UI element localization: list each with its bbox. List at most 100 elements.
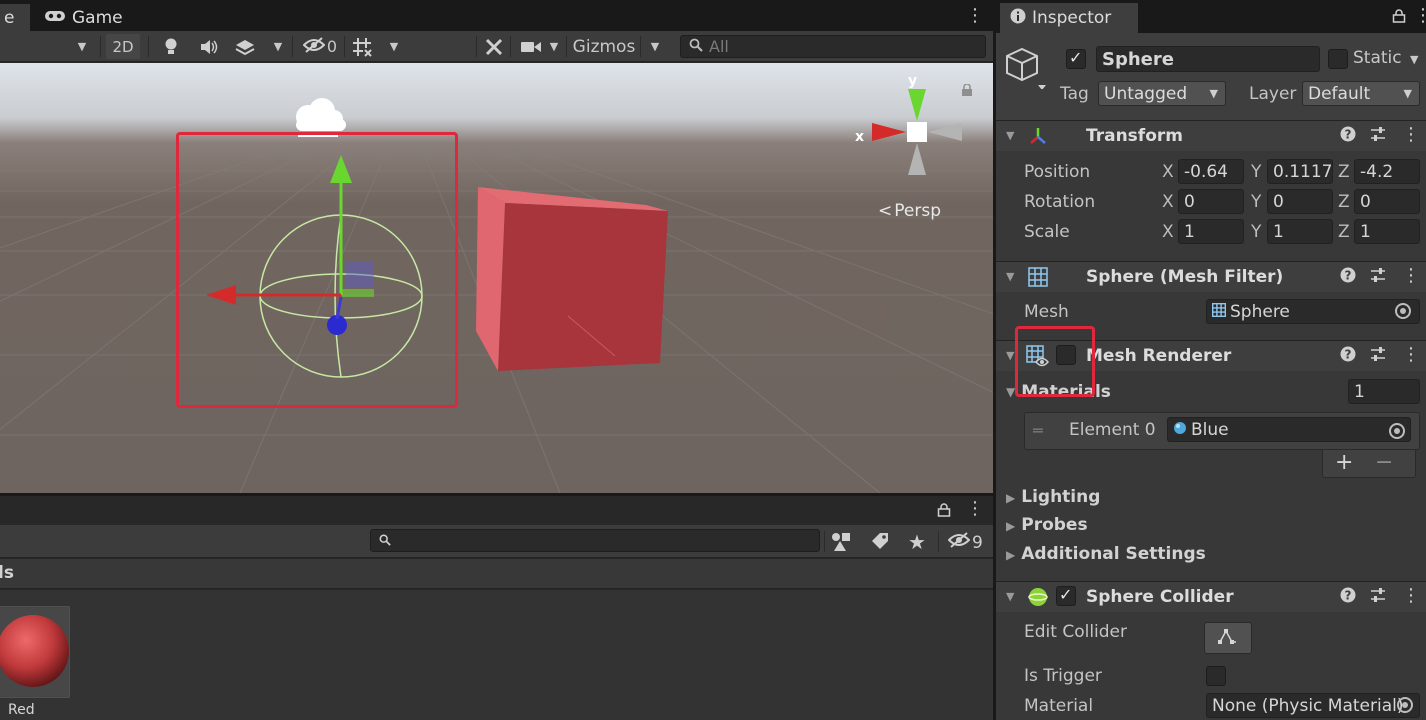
object-picker-icon[interactable] — [1397, 697, 1413, 713]
axis-y-label[interactable]: Y — [1251, 192, 1261, 212]
additional-settings-foldout[interactable]: ▶ Additional Settings — [1006, 544, 1206, 564]
sphere-collider-enabled-checkbox[interactable] — [1056, 585, 1076, 606]
object-picker-icon[interactable] — [1395, 303, 1411, 319]
scene-viewport[interactable]: y x < Persp — [0, 63, 993, 493]
element-material-field[interactable]: Blue — [1167, 417, 1411, 442]
static-dropdown-caret-icon[interactable]: ▼ — [1410, 53, 1418, 66]
effects-toggle-icon[interactable] — [230, 34, 260, 59]
foldout-arrow-icon[interactable]: ▼ — [1006, 590, 1014, 603]
presets-icon[interactable] — [1370, 587, 1386, 608]
axis-y-label[interactable]: Y — [1251, 222, 1261, 242]
drag-handle-icon[interactable]: ═ — [1033, 421, 1043, 440]
asset-tile-red[interactable] — [0, 606, 70, 698]
kebab-menu-icon[interactable]: ⋮ — [1414, 5, 1426, 26]
shading-dropdown-caret-icon[interactable]: ▼ — [70, 34, 94, 59]
transform-header[interactable]: ▼ Transform ? ⋮ — [996, 120, 1426, 151]
layer-dropdown[interactable]: Default ▼ — [1302, 81, 1420, 106]
grid-dropdown-caret-icon[interactable]: ▼ — [382, 34, 406, 59]
position-x-field[interactable]: -0.64 — [1178, 159, 1244, 184]
position-z-field[interactable]: -4.2 — [1354, 159, 1420, 184]
star-icon[interactable]: ★ — [908, 530, 926, 554]
rotation-x-field[interactable]: 0 — [1178, 189, 1244, 214]
foldout-arrow-icon[interactable]: ▼ — [1006, 270, 1014, 283]
project-hidden-count: 9 — [972, 532, 983, 553]
sphere-collider-header[interactable]: ▼ Sphere Collider ? ⋮ — [996, 581, 1426, 612]
add-element-button[interactable]: + — [1335, 450, 1353, 475]
effects-dropdown-caret-icon[interactable]: ▼ — [266, 34, 290, 59]
camera-icon[interactable] — [516, 34, 546, 59]
lock-icon[interactable] — [1392, 8, 1406, 23]
help-icon[interactable]: ? — [1340, 126, 1356, 147]
probes-foldout[interactable]: ▶ Probes — [1006, 515, 1088, 535]
gizmos-dropdown-caret-icon[interactable]: ▼ — [644, 34, 666, 59]
help-icon[interactable]: ? — [1340, 346, 1356, 367]
scene-visibility-toggle[interactable]: 0 — [298, 34, 342, 59]
active-checkbox[interactable] — [1066, 48, 1086, 69]
camera-dropdown-caret-icon[interactable]: ▼ — [544, 34, 564, 59]
presets-icon[interactable] — [1370, 346, 1386, 367]
rotation-y-field[interactable]: 0 — [1267, 189, 1333, 214]
separator — [344, 36, 345, 57]
cube-object[interactable] — [470, 181, 675, 373]
lighting-toggle-icon[interactable] — [156, 34, 186, 59]
filter-by-type-icon[interactable] — [830, 531, 852, 558]
foldout-arrow-icon: ▶ — [1006, 548, 1016, 562]
mode-2d-toggle[interactable]: 2D — [106, 34, 140, 59]
scale-y-field[interactable]: 1 — [1267, 219, 1333, 244]
axis-x-label[interactable]: X — [1162, 162, 1174, 182]
foldout-arrow-icon[interactable]: ▼ — [1006, 129, 1014, 142]
tab-scene[interactable]: e — [0, 4, 30, 31]
rotation-z-field[interactable]: 0 — [1354, 189, 1420, 214]
mesh-object-field[interactable]: Sphere — [1206, 299, 1420, 324]
perspective-toggle[interactable]: < Persp — [878, 201, 941, 221]
kebab-menu-icon[interactable]: ⋮ — [1402, 585, 1420, 606]
tag-dropdown[interactable]: Untagged ▼ — [1098, 81, 1226, 106]
tab-inspector[interactable]: Inspector — [1000, 3, 1138, 33]
edit-collider-button[interactable] — [1204, 622, 1252, 654]
grid-toggle-icon[interactable] — [348, 34, 376, 59]
presets-icon[interactable] — [1370, 267, 1386, 288]
axis-y-label[interactable]: Y — [1251, 162, 1261, 182]
tools-icon[interactable] — [480, 34, 508, 59]
tab-game[interactable]: Game — [34, 4, 133, 31]
object-picker-icon[interactable] — [1389, 423, 1405, 439]
tag-icon[interactable] — [870, 531, 890, 556]
breadcrumb-label[interactable]: ls — [0, 563, 14, 583]
kebab-menu-icon[interactable]: ⋮ — [1402, 265, 1420, 286]
object-name-input[interactable]: Sphere — [1096, 46, 1320, 72]
scale-x-field[interactable]: 1 — [1178, 219, 1244, 244]
additional-settings-label: Additional Settings — [1021, 544, 1206, 564]
axis-x-label[interactable]: X — [1162, 192, 1174, 212]
remove-element-button[interactable]: − — [1375, 450, 1393, 475]
highlight-box-sphere — [176, 132, 458, 408]
help-icon[interactable]: ? — [1340, 587, 1356, 608]
axis-z-label[interactable]: Z — [1338, 192, 1350, 212]
lighting-foldout[interactable]: ▶ Lighting — [1006, 487, 1100, 507]
project-visibility-toggle[interactable]: 9 — [947, 532, 983, 553]
presets-icon[interactable] — [1370, 126, 1386, 147]
materials-count-field[interactable]: 1 — [1348, 379, 1420, 404]
kebab-menu-icon[interactable]: ⋮ — [1402, 124, 1420, 145]
axis-z-label[interactable]: Z — [1338, 222, 1350, 242]
lock-icon[interactable] — [961, 81, 973, 96]
audio-toggle-icon[interactable] — [194, 34, 224, 59]
scene-search-input[interactable]: All — [680, 35, 986, 58]
static-checkbox[interactable] — [1328, 49, 1348, 69]
inspector-panel: Inspector ⋮ Sphere Static ▼ Tag Untagged… — [996, 0, 1426, 720]
lock-icon[interactable] — [937, 502, 951, 517]
axis-x-label[interactable]: X — [1162, 222, 1174, 242]
scale-z-field[interactable]: 1 — [1354, 219, 1420, 244]
axis-z-label[interactable]: Z — [1338, 162, 1350, 182]
is-trigger-checkbox[interactable] — [1206, 666, 1226, 686]
kebab-menu-icon[interactable]: ⋮ — [966, 5, 984, 26]
kebab-menu-icon[interactable]: ⋮ — [1402, 344, 1420, 365]
collider-material-field[interactable]: None (Physic Material) — [1206, 693, 1420, 718]
kebab-menu-icon[interactable]: ⋮ — [966, 498, 984, 519]
mesh-filter-header[interactable]: ▼ Sphere (Mesh Filter) ? ⋮ — [996, 261, 1426, 292]
position-y-field[interactable]: 0.1117 — [1267, 159, 1333, 184]
foldout-arrow-icon[interactable]: ▼ — [1006, 349, 1014, 362]
cube-icon[interactable] — [1004, 45, 1048, 94]
gizmos-button[interactable]: Gizmos — [570, 34, 638, 59]
help-icon[interactable]: ? — [1340, 267, 1356, 288]
project-search-input[interactable] — [370, 529, 820, 552]
